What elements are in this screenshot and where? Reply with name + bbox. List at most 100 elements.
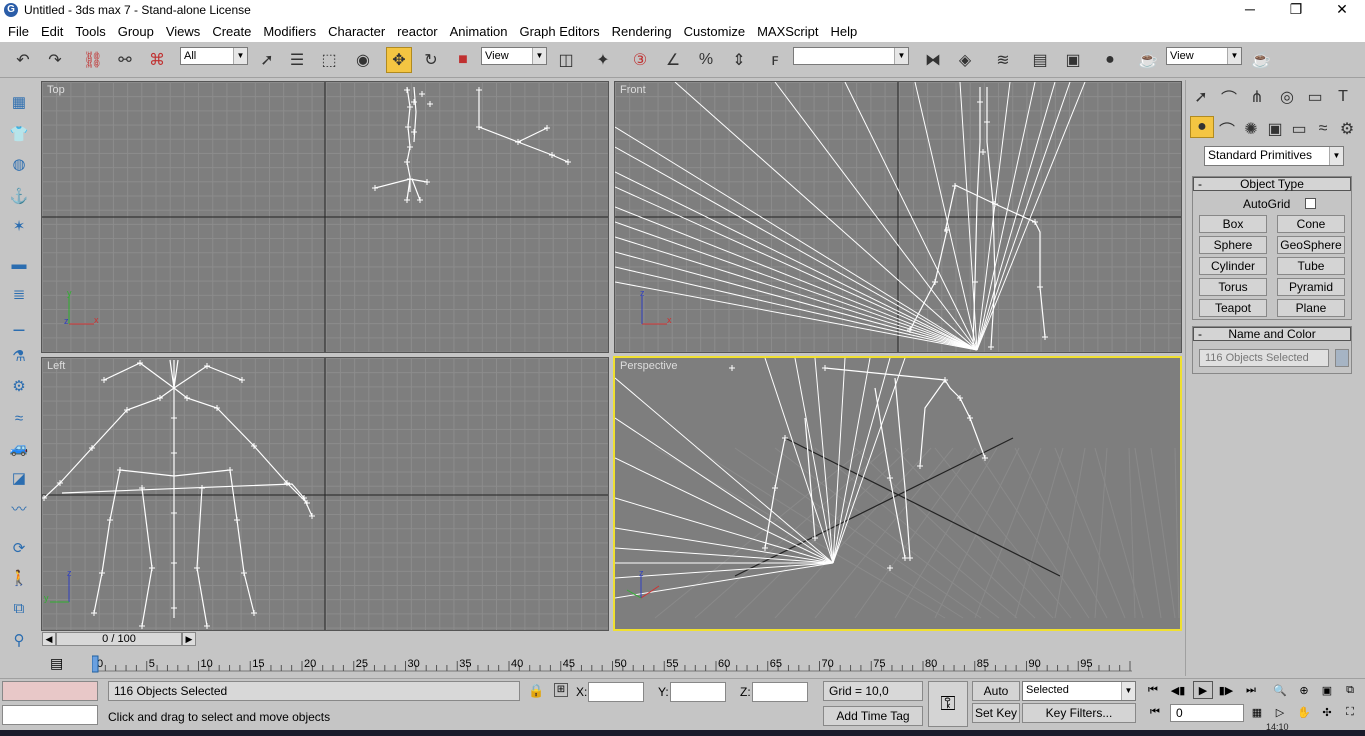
category-dropdown[interactable]: Standard Primitives ▼ <box>1204 146 1344 166</box>
water-icon[interactable]: 〰 <box>7 496 31 520</box>
menu-graph-editors[interactable]: Graph Editors <box>513 24 605 39</box>
fracture-icon[interactable]: ◪ <box>7 466 31 490</box>
x-coordinate-field[interactable] <box>588 682 644 702</box>
select-by-name-icon[interactable]: ☰ <box>284 47 310 73</box>
play-icon[interactable]: ▶ <box>1193 681 1213 699</box>
align-icon[interactable]: ◈ <box>952 47 978 73</box>
y-coordinate-field[interactable] <box>670 682 726 702</box>
modify-tab-icon[interactable]: ⌒ <box>1216 84 1242 110</box>
name-and-color-header[interactable]: - Name and Color <box>1193 327 1351 341</box>
previous-frame-icon[interactable]: ◀▮ <box>1168 681 1188 699</box>
cloth-collection-icon[interactable]: 👕 <box>7 122 31 146</box>
select-and-link-icon[interactable]: ⛓ <box>80 47 106 73</box>
zoom-all-icon[interactable]: ⊕ <box>1294 681 1314 699</box>
helpers-icon[interactable]: ▭ <box>1286 116 1312 142</box>
cone-button[interactable]: Cone <box>1277 215 1345 233</box>
pan-icon[interactable]: ✋ <box>1294 703 1314 721</box>
spring-icon[interactable]: ≣ <box>7 282 31 306</box>
use-pivot-center-icon[interactable]: ◫ <box>553 47 579 73</box>
shapes-icon[interactable]: ⌒ <box>1214 116 1240 142</box>
menu-help[interactable]: Help <box>824 24 863 39</box>
lock-icon[interactable]: 🔒 <box>528 683 544 699</box>
go-to-start-icon[interactable]: ⏮ <box>1143 681 1163 699</box>
named-selection-dropdown[interactable]: ▼ <box>793 47 909 65</box>
motion-tab-icon[interactable]: ◎ <box>1274 84 1300 110</box>
wind-icon[interactable]: ≈ <box>7 406 31 430</box>
plane-button[interactable]: Plane <box>1277 299 1345 317</box>
menu-modifiers[interactable]: Modifiers <box>257 24 322 39</box>
menu-character[interactable]: Character <box>322 24 391 39</box>
chevron-right-icon[interactable]: ▶ <box>182 632 196 646</box>
menu-file[interactable]: File <box>2 24 35 39</box>
track-bar[interactable]: ▤ 0 5 10 15 20 25 30 35 40 45 50 55 60 65 70 75 80 85 90 95… <box>42 655 1182 677</box>
redo-icon[interactable]: ↷ <box>42 47 68 73</box>
object-name-field[interactable]: 116 Objects Selected <box>1199 349 1329 367</box>
window-crossing-icon[interactable]: ◉ <box>350 47 376 73</box>
viewport-left[interactable]: z y Left <box>41 357 609 631</box>
zoom-extents-all-icon[interactable]: ⧉ <box>1340 681 1360 699</box>
zoom-icon[interactable]: 🔍 <box>1270 681 1290 699</box>
viewport-label-top[interactable]: Top <box>47 84 65 96</box>
open-mini-curve-editor-icon[interactable]: ▤ <box>50 655 72 673</box>
utilities-tab-icon[interactable]: T <box>1330 84 1356 110</box>
maximize-button[interactable]: ❐ <box>1273 0 1319 20</box>
viewport-label-left[interactable]: Left <box>47 360 65 372</box>
time-configuration-icon[interactable]: ▦ <box>1247 703 1267 721</box>
go-to-end-icon[interactable]: ⏭ <box>1241 681 1261 699</box>
select-and-rotate-icon[interactable]: ↻ <box>418 47 444 73</box>
viewport-label-front[interactable]: Front <box>620 84 646 96</box>
menu-group[interactable]: Group <box>112 24 160 39</box>
z-coordinate-field[interactable] <box>752 682 808 702</box>
torus-button[interactable]: Torus <box>1199 278 1267 296</box>
select-object-icon[interactable]: ➚ <box>254 47 280 73</box>
time-slider[interactable]: ◀ 0 / 100 ▶ <box>42 631 608 647</box>
cameras-icon[interactable]: ▣ <box>1262 116 1288 142</box>
viewport-front[interactable]: x z Front <box>614 81 1182 353</box>
selection-filter-dropdown[interactable]: All ▼ <box>180 47 248 65</box>
render-scene-icon[interactable]: ☕ <box>1135 47 1161 73</box>
autogrid-checkbox[interactable] <box>1305 198 1316 209</box>
menu-tools[interactable]: Tools <box>69 24 111 39</box>
create-tab-icon[interactable]: ➚ <box>1188 84 1214 110</box>
mirror-icon[interactable]: ⧓ <box>920 47 946 73</box>
minimize-button[interactable]: ─ <box>1227 0 1273 20</box>
display-tab-icon[interactable]: ▭ <box>1302 84 1328 110</box>
spinner-snap-icon[interactable]: ⇕ <box>726 47 752 73</box>
add-time-tag-button[interactable]: Add Time Tag <box>823 706 923 726</box>
key-icon[interactable]: ⚿ <box>928 681 968 727</box>
bind-space-warp-icon[interactable]: ⌘ <box>144 47 170 73</box>
space-warps-icon[interactable]: ≈ <box>1310 116 1336 142</box>
select-and-manipulate-icon[interactable]: ✦ <box>590 47 616 73</box>
angle-snap-icon[interactable]: ∠ <box>660 47 686 73</box>
viewport-top[interactable]: x y z Top <box>41 81 609 353</box>
motor-icon[interactable]: ⚗ <box>7 344 31 368</box>
select-and-scale-icon[interactable]: ■ <box>450 47 476 73</box>
plane-icon[interactable]: ▬ <box>7 252 31 276</box>
constraint-solver-icon[interactable]: ⟳ <box>7 536 31 560</box>
time-slider-thumb[interactable]: 0 / 100 <box>56 632 182 646</box>
sphere-button[interactable]: Sphere <box>1199 236 1267 254</box>
field-of-view-icon[interactable]: ▷ <box>1270 703 1290 721</box>
geosphere-button[interactable]: GeoSphere <box>1277 236 1345 254</box>
menu-maxscript[interactable]: MAXScript <box>751 24 824 39</box>
viewport-perspective[interactable]: z Perspective <box>613 356 1182 631</box>
absolute-mode-icon[interactable]: ⊞ <box>554 683 568 697</box>
edit-named-selections-icon[interactable]: ꜰ <box>762 47 788 73</box>
close-button[interactable]: ✕ <box>1319 0 1365 20</box>
unlink-icon[interactable]: ⚯ <box>112 47 138 73</box>
box-button[interactable]: Box <box>1199 215 1267 233</box>
dashpot-icon[interactable]: ⚊ <box>7 314 31 338</box>
menu-rendering[interactable]: Rendering <box>606 24 678 39</box>
object-type-header[interactable]: - Object Type <box>1193 177 1351 191</box>
percent-snap-icon[interactable]: % <box>693 47 719 73</box>
deforming-mesh-icon[interactable]: ✶ <box>7 214 31 238</box>
select-and-move-icon[interactable]: ✥ <box>386 47 412 73</box>
curve-editor-icon[interactable]: ▤ <box>1027 47 1053 73</box>
render-type-dropdown[interactable]: View ▼ <box>1166 47 1242 65</box>
hierarchy-tab-icon[interactable]: ⋔ <box>1244 84 1270 110</box>
key-filters-button[interactable]: Key Filters... <box>1022 703 1136 723</box>
menu-customize[interactable]: Customize <box>678 24 751 39</box>
soft-body-icon[interactable]: ◍ <box>7 152 31 176</box>
menu-edit[interactable]: Edit <box>35 24 69 39</box>
auto-key-button[interactable]: Auto Key <box>972 681 1020 716</box>
